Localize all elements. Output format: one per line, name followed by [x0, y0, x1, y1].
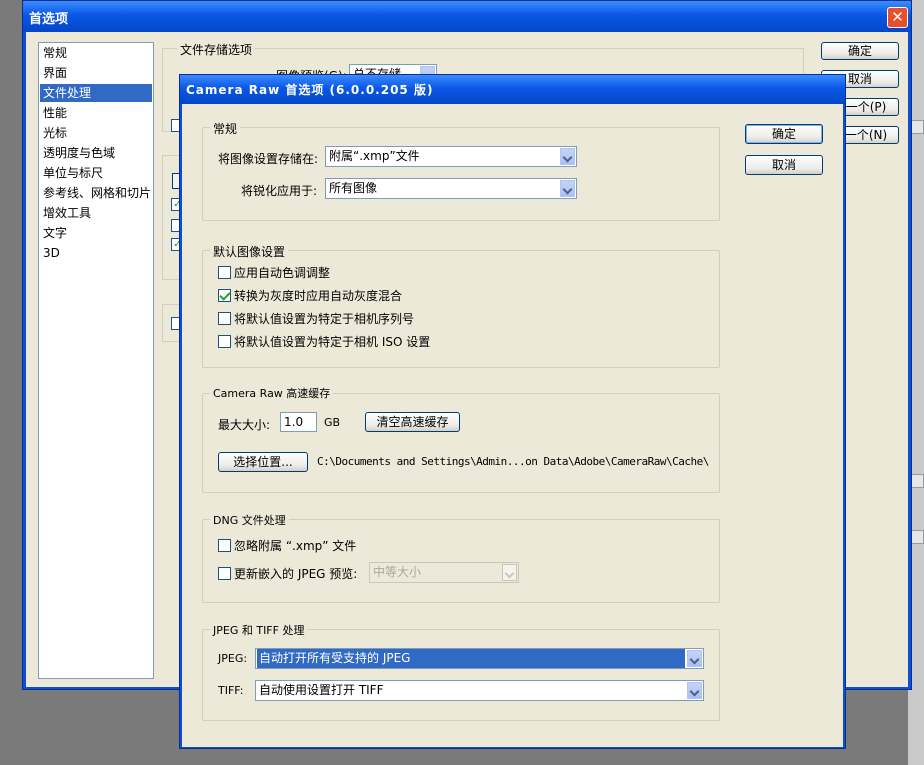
chevron-down-icon[interactable]: [560, 180, 575, 197]
sharpen-value: 所有图像: [329, 181, 378, 195]
update-jpeg-label: 更新嵌入的 JPEG 预览:: [234, 567, 358, 581]
max-size-label: 最大大小:: [218, 418, 271, 432]
nav-item-type[interactable]: 文字: [40, 224, 152, 242]
chevron-down-icon[interactable]: [687, 682, 702, 699]
size-unit: GB: [324, 416, 341, 429]
nav-item-guides[interactable]: 参考线、网格和切片: [40, 184, 152, 202]
tiff-label: TIFF:: [218, 684, 244, 697]
jpeg-select[interactable]: 自动打开所有受支持的 JPEG: [255, 648, 704, 669]
camera-raw-title-bar[interactable]: Camera Raw 首选项 (6.0.0.205 版): [180, 75, 845, 104]
cache-path: C:\Documents and Settings\Admin...on Dat…: [317, 455, 709, 468]
update-jpeg-checkbox[interactable]: [218, 567, 231, 580]
jpeg-label: JPEG:: [218, 652, 248, 665]
default-image-group-label: 默认图像设置: [210, 243, 289, 260]
dng-group: [202, 519, 720, 603]
nav-item-units[interactable]: 单位与标尺: [40, 164, 152, 182]
nav-item-cursors[interactable]: 光标: [40, 124, 152, 142]
auto-grayscale-checkbox[interactable]: [218, 289, 231, 302]
cache-group: [202, 393, 720, 493]
ignore-sidecar-label: 忽略附属 “.xmp” 文件: [234, 539, 357, 553]
file-save-options-label: 文件存储选项: [177, 41, 256, 58]
camera-raw-dialog: Camera Raw 首选项 (6.0.0.205 版) 确定 取消 常规 将图…: [179, 74, 846, 749]
save-settings-value: 附属“.xmp”文件: [329, 149, 420, 163]
preferences-nav-list[interactable]: 常规 界面 文件处理 性能 光标 透明度与色域 单位与标尺 参考线、网格和切片 …: [38, 42, 154, 679]
camera-raw-ok-button[interactable]: 确定: [745, 124, 823, 144]
jpeg-tiff-group: [202, 629, 720, 721]
close-icon[interactable]: ✕: [887, 7, 908, 28]
general-group: [202, 127, 720, 221]
general-group-label: 常规: [210, 120, 241, 137]
jpeg-tiff-group-label: JPEG 和 TIFF 处理: [210, 622, 308, 638]
save-settings-select[interactable]: 附属“.xmp”文件: [325, 146, 577, 167]
ignore-sidecar-checkbox[interactable]: [218, 539, 231, 552]
ok-button[interactable]: 确定: [821, 42, 899, 60]
nav-item-3d[interactable]: 3D: [40, 244, 152, 262]
max-size-input[interactable]: 1.0: [280, 412, 317, 432]
chevron-down-icon: [502, 564, 517, 581]
nav-item-plugins[interactable]: 增效工具: [40, 204, 152, 222]
tiff-value: 自动使用设置打开 TIFF: [259, 683, 384, 697]
tiff-select[interactable]: 自动使用设置打开 TIFF: [255, 680, 704, 701]
preferences-title-bar[interactable]: 首选项 ✕: [23, 1, 911, 32]
nav-item-interface[interactable]: 界面: [40, 64, 152, 82]
chevron-down-icon[interactable]: [687, 650, 702, 667]
auto-tone-checkbox[interactable]: [218, 266, 231, 279]
preferences-title: 首选项: [29, 12, 69, 27]
purge-cache-button[interactable]: 清空高速缓存: [365, 412, 460, 432]
camera-raw-body: 确定 取消 常规 将图像设置存储在: 附属“.xmp”文件 将锐化应用于: 所有…: [182, 104, 843, 747]
dng-group-label: DNG 文件处理: [210, 512, 289, 528]
camera-serial-checkbox[interactable]: [218, 312, 231, 325]
nav-item-transparency[interactable]: 透明度与色域: [40, 144, 152, 162]
auto-tone-label: 应用自动色调调整: [234, 266, 331, 280]
camera-raw-cancel-button[interactable]: 取消: [745, 155, 823, 175]
nav-item-general[interactable]: 常规: [40, 44, 152, 62]
nav-item-file-handling[interactable]: 文件处理: [40, 84, 152, 102]
select-location-button[interactable]: 选择位置...: [218, 452, 308, 472]
auto-grayscale-label: 转换为灰度时应用自动灰度混合: [234, 289, 403, 303]
sharpen-label: 将锐化应用于:: [241, 184, 318, 198]
camera-serial-label: 将默认值设置为特定于相机序列号: [234, 312, 415, 326]
camera-raw-title: Camera Raw 首选项 (6.0.0.205 版): [186, 83, 434, 97]
sharpen-select[interactable]: 所有图像: [325, 178, 577, 199]
nav-item-performance[interactable]: 性能: [40, 104, 152, 122]
chevron-down-icon[interactable]: [560, 148, 575, 165]
camera-iso-label: 将默认值设置为特定于相机 ISO 设置: [234, 335, 431, 349]
preview-size-value: 中等大小: [373, 565, 422, 579]
camera-iso-checkbox[interactable]: [218, 335, 231, 348]
save-settings-label: 将图像设置存储在:: [218, 152, 319, 166]
jpeg-value: 自动打开所有受支持的 JPEG: [257, 649, 685, 668]
preview-size-select: 中等大小: [369, 562, 519, 583]
cache-group-label: Camera Raw 高速缓存: [210, 385, 334, 401]
